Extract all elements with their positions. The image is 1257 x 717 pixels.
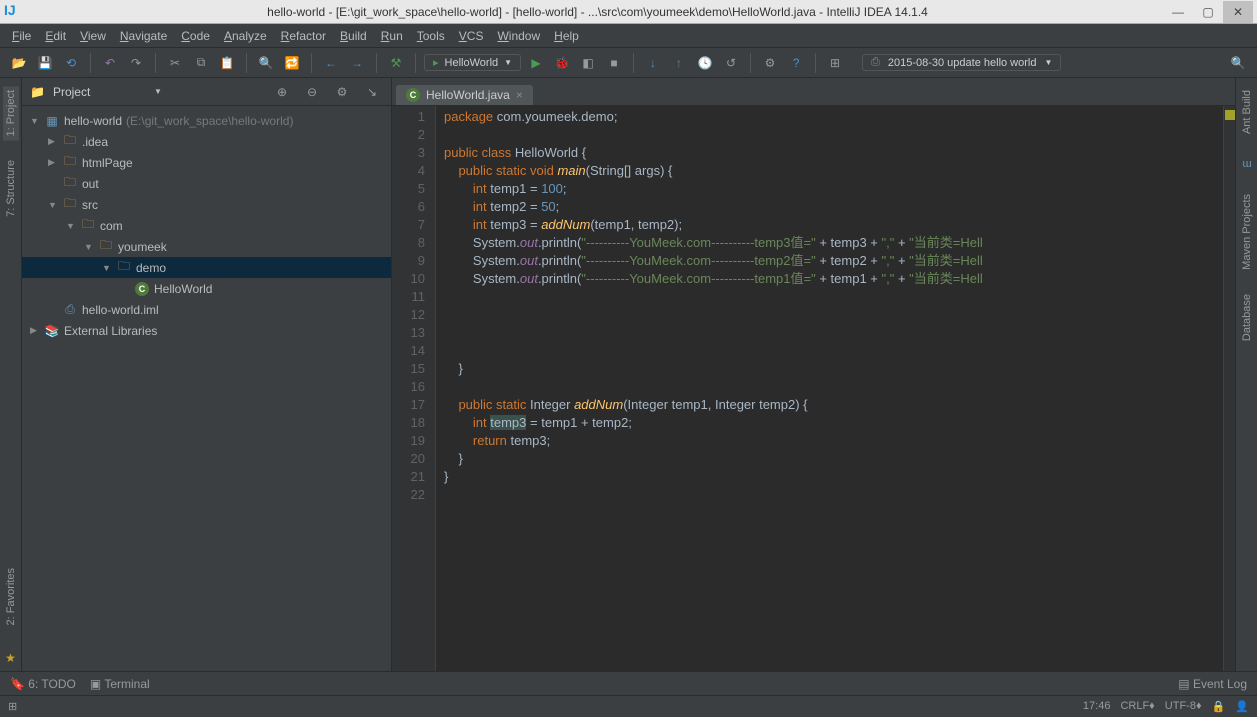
class-icon: C	[406, 88, 420, 102]
right-gutter: Ant Build m Maven Projects Database	[1235, 78, 1257, 671]
status-line-sep[interactable]: CRLF♦	[1120, 700, 1154, 713]
find-icon[interactable]: 🔍	[255, 52, 277, 74]
stop-icon[interactable]: ■	[603, 52, 625, 74]
save-icon[interactable]: 💾	[34, 52, 56, 74]
app-logo-icon: IJ	[4, 2, 24, 22]
toolbar: 📂 💾 ⟲ ↶ ↷ ✂ ⧉ 📋 🔍 🔁 ← → ⚒ ▸HelloWorld▼ ▶…	[0, 48, 1257, 78]
maven-projects-tab[interactable]: m	[1239, 154, 1255, 174]
scroll-to-source-icon[interactable]: ⊕	[271, 81, 293, 103]
build-icon[interactable]: ⚒	[385, 52, 407, 74]
status-time: 17:46	[1083, 700, 1111, 713]
menu-navigate[interactable]: Navigate	[120, 29, 167, 43]
project-view-chevron-icon[interactable]: ▼	[154, 87, 162, 96]
tree-item-com[interactable]: ▼🗀com	[22, 215, 391, 236]
project-view-icon[interactable]: 📁	[30, 85, 45, 99]
hide-tool-icon[interactable]: ↘	[361, 81, 383, 103]
menu-build[interactable]: Build	[340, 29, 367, 43]
favorites-star-icon[interactable]: ★	[5, 651, 16, 665]
tree-item-out[interactable]: 🗀out	[22, 173, 391, 194]
tree-item-hello-world[interactable]: ▼▦hello-world (E:\git_work_space\hello-w…	[22, 110, 391, 131]
sync-icon[interactable]: ⟲	[60, 52, 82, 74]
menu-window[interactable]: Window	[497, 29, 540, 43]
status-hector-icon[interactable]: 👤	[1235, 700, 1249, 713]
vcs-revert-icon[interactable]: ↺	[720, 52, 742, 74]
status-encoding[interactable]: UTF-8♦	[1165, 700, 1202, 713]
bottom-tool-tabs: 🔖 6: TODO ▣ Terminal ▤ Event Log	[0, 671, 1257, 695]
structure-tool-tab[interactable]: 7: Structure	[3, 156, 19, 221]
menu-vcs[interactable]: VCS	[459, 29, 484, 43]
tree-item-youmeek[interactable]: ▼🗀youmeek	[22, 236, 391, 257]
error-stripe[interactable]	[1223, 106, 1235, 671]
menu-file[interactable]: File	[12, 29, 31, 43]
minimize-button[interactable]: —	[1163, 1, 1193, 23]
close-tab-icon[interactable]: ×	[516, 88, 523, 102]
maven-projects-label[interactable]: Maven Projects	[1239, 190, 1255, 274]
project-tool-tab[interactable]: 1: Project	[3, 86, 19, 140]
titlebar: IJ hello-world - [E:\git_work_space\hell…	[0, 0, 1257, 24]
line-gutter[interactable]: 12345678910111213141516171819202122	[392, 106, 436, 671]
coverage-icon[interactable]: ◧	[577, 52, 599, 74]
project-tool-window: 📁 Project ▼ ⊕ ⊖ ⚙ ↘ ▼▦hello-world (E:\gi…	[22, 78, 392, 671]
tree-item-demo[interactable]: ▼🗀demo	[22, 257, 391, 278]
left-gutter: 1: Project 7: Structure 2: Favorites ★	[0, 78, 22, 671]
menu-view[interactable]: View	[80, 29, 106, 43]
cut-icon[interactable]: ✂	[164, 52, 186, 74]
tab-helloworld[interactable]: C HelloWorld.java ×	[396, 85, 533, 105]
tree-item--idea[interactable]: ▶🗀.idea	[22, 131, 391, 152]
terminal-tab[interactable]: ▣ Terminal	[90, 677, 150, 691]
ant-build-tab[interactable]: Ant Build	[1239, 86, 1255, 138]
menu-analyze[interactable]: Analyze	[224, 29, 267, 43]
status-bar: ⊞ 17:46 CRLF♦ UTF-8♦ 🔒 👤	[0, 695, 1257, 717]
tree-item-helloworld[interactable]: CHelloWorld	[22, 278, 391, 299]
menu-code[interactable]: Code	[181, 29, 210, 43]
status-lock-icon[interactable]: 🔒	[1212, 700, 1226, 713]
menu-help[interactable]: Help	[554, 29, 579, 43]
menu-edit[interactable]: Edit	[45, 29, 66, 43]
paste-icon[interactable]: 📋	[216, 52, 238, 74]
help-icon[interactable]: ?	[785, 52, 807, 74]
tab-label: HelloWorld.java	[426, 88, 510, 102]
tool-windows-icon[interactable]: ⊞	[8, 700, 17, 713]
database-tab[interactable]: Database	[1239, 290, 1255, 345]
menu-refactor[interactable]: Refactor	[281, 29, 326, 43]
tree-item-htmlpage[interactable]: ▶🗀htmlPage	[22, 152, 391, 173]
debug-icon[interactable]: 🐞	[551, 52, 573, 74]
editor-area: C HelloWorld.java × 12345678910111213141…	[392, 78, 1235, 671]
replace-icon[interactable]: 🔁	[281, 52, 303, 74]
structure-icon[interactable]: ⊞	[824, 52, 846, 74]
tree-item-external-libraries[interactable]: ▶📚External Libraries	[22, 320, 391, 341]
vcs-history-icon[interactable]: 🕓	[694, 52, 716, 74]
event-log-tab[interactable]: ▤ Event Log	[1178, 677, 1247, 691]
run-config-dropdown[interactable]: ▸HelloWorld▼	[424, 54, 521, 71]
undo-icon[interactable]: ↶	[99, 52, 121, 74]
warning-marker[interactable]	[1225, 110, 1235, 120]
maximize-button[interactable]: ▢	[1193, 1, 1223, 23]
project-tree[interactable]: ▼▦hello-world (E:\git_work_space\hello-w…	[22, 106, 391, 671]
code-editor[interactable]: package com.youmeek.demo; public class H…	[436, 106, 1223, 671]
favorites-tool-tab[interactable]: 2: Favorites	[3, 564, 19, 629]
tree-item-hello-world-iml[interactable]: ⎙hello-world.iml	[22, 299, 391, 320]
menubar: File Edit View Navigate Code Analyze Refactor B…	[0, 24, 1257, 48]
forward-icon[interactable]: →	[346, 52, 368, 74]
close-button[interactable]: ✕	[1223, 1, 1253, 23]
vcs-commit-icon[interactable]: ↑	[668, 52, 690, 74]
vcs-update-icon[interactable]: ↓	[642, 52, 664, 74]
run-icon[interactable]: ▶	[525, 52, 547, 74]
open-icon[interactable]: 📂	[8, 52, 30, 74]
back-icon[interactable]: ←	[320, 52, 342, 74]
settings-icon[interactable]: ⚙	[759, 52, 781, 74]
todo-tab[interactable]: 🔖 6: TODO	[10, 677, 76, 691]
window-title: hello-world - [E:\git_work_space\hello-w…	[32, 5, 1163, 19]
tool-settings-icon[interactable]: ⚙	[331, 81, 353, 103]
menu-run[interactable]: Run	[381, 29, 403, 43]
redo-icon[interactable]: ↷	[125, 52, 147, 74]
project-view-label[interactable]: Project	[53, 85, 146, 99]
copy-icon[interactable]: ⧉	[190, 52, 212, 74]
search-everywhere-icon[interactable]: 🔍	[1227, 52, 1249, 74]
collapse-all-icon[interactable]: ⊖	[301, 81, 323, 103]
menu-tools[interactable]: Tools	[417, 29, 445, 43]
vcs-changelist-dropdown[interactable]: ⎙2015-08-30 update hello world▼	[862, 54, 1061, 71]
tree-item-src[interactable]: ▼🗀src	[22, 194, 391, 215]
